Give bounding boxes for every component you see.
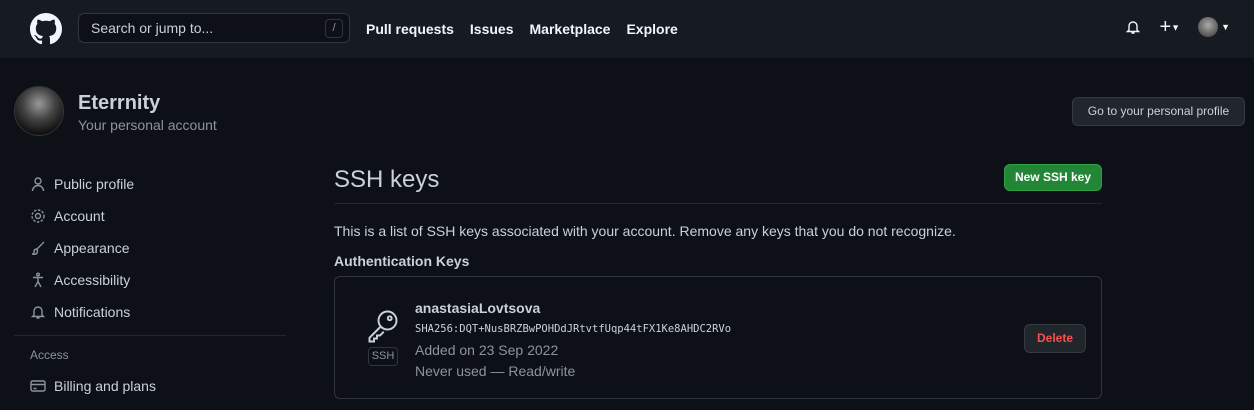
sidebar-divider [14, 335, 286, 336]
page-title: SSH keys [334, 160, 1102, 204]
key-usage: Never used — Read/write [415, 363, 576, 379]
sidebar-item-accessibility[interactable]: Accessibility [14, 264, 286, 296]
ssh-key-item: SSH anastasiaLovtsova SHA256:DQT+NusBRZB… [334, 276, 1102, 399]
key-icon [368, 310, 398, 343]
slash-shortcut-badge: / [325, 19, 343, 38]
sidebar-item-notifications[interactable]: Notifications [14, 296, 286, 328]
person-icon [31, 177, 45, 192]
key-added-date: Added on 23 Sep 2022 [415, 342, 559, 358]
nav-marketplace[interactable]: Marketplace [530, 21, 611, 37]
sidebar-section-access: Access [30, 348, 69, 362]
github-logo-icon[interactable] [30, 13, 62, 45]
bell-icon[interactable] [1125, 19, 1141, 35]
search-placeholder: Search or jump to... [91, 20, 214, 36]
description: This is a list of SSH keys associated wi… [334, 223, 956, 239]
auth-keys-heading: Authentication Keys [334, 253, 470, 269]
sidebar-item-appearance[interactable]: Appearance [14, 232, 286, 264]
sidebar-item-billing[interactable]: Billing and plans [14, 370, 286, 402]
sidebar-item-account[interactable]: Account [14, 200, 286, 232]
delete-key-button[interactable]: Delete [1024, 324, 1086, 353]
nav-pull-requests[interactable]: Pull requests [366, 21, 454, 37]
new-ssh-key-button[interactable]: New SSH key [1004, 164, 1102, 191]
header-actions: +▼ ▼ [1125, 17, 1230, 37]
top-header: Search or jump to... / Pull requests Issu… [0, 0, 1254, 58]
sidebar-item-label: Appearance [54, 240, 130, 256]
sidebar-item-label: Public profile [54, 176, 135, 192]
search-input[interactable]: Search or jump to... / [78, 13, 350, 43]
account-subtitle: Your personal account [78, 117, 217, 133]
user-menu-dropdown[interactable]: ▼ [1198, 17, 1230, 37]
create-new-dropdown[interactable]: +▼ [1159, 17, 1180, 37]
profile-avatar [14, 86, 64, 136]
go-to-profile-button[interactable]: Go to your personal profile [1072, 97, 1245, 126]
settings-sidebar: Public profile Account Appearance Access… [14, 168, 286, 402]
nav-issues[interactable]: Issues [470, 21, 514, 37]
accessibility-icon [33, 272, 43, 288]
sidebar-item-label: Account [54, 208, 105, 224]
username[interactable]: Eterrnity [78, 92, 160, 115]
sidebar-item-label: Notifications [54, 304, 131, 320]
key-fingerprint: SHA256:DQT+NusBRZBwPOHDdJRtvtfUqp44tFX1K… [415, 323, 732, 335]
key-title: anastasiaLovtsova [415, 300, 541, 316]
ssh-badge: SSH [368, 347, 398, 366]
sidebar-item-label: Billing and plans [54, 378, 156, 394]
gear-icon [31, 209, 45, 223]
nav-explore[interactable]: Explore [626, 21, 677, 37]
avatar [1198, 17, 1219, 37]
main-nav: Pull requests Issues Marketplace Explore [366, 21, 678, 37]
ssh-keys-panel: SSH keys New SSH key This is a list of S… [334, 160, 1102, 399]
bell-icon [30, 306, 46, 319]
credit-card-icon [30, 380, 46, 392]
sidebar-item-label: Accessibility [54, 272, 131, 288]
sidebar-item-public-profile[interactable]: Public profile [14, 168, 286, 200]
paintbrush-icon [31, 241, 45, 255]
